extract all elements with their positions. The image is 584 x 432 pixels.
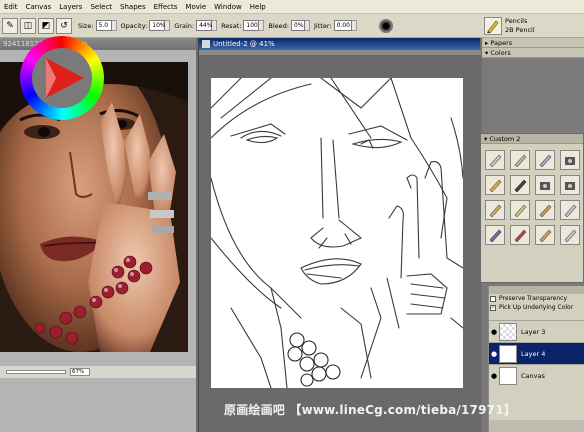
preserve-transparency-label: Preserve Transparency	[499, 295, 567, 302]
jitter-field[interactable]: 0.00	[333, 20, 352, 31]
eye-icon[interactable]: ●	[489, 350, 499, 358]
size-field[interactable]: 5.0	[95, 20, 112, 31]
layer-row[interactable]: ● Layer 3	[489, 320, 584, 342]
layer-thumbnail	[499, 344, 517, 363]
papers-palette-title[interactable]: ▸ Papers	[482, 38, 584, 48]
menu-bar: Edit Canvas Layers Select Shapes Effects…	[0, 0, 584, 14]
pencil-icon[interactable]	[560, 200, 580, 220]
pick-up-color-option[interactable]: ✓ Pick Up Underlying Color	[489, 303, 584, 312]
camera-icon[interactable]	[560, 150, 580, 170]
pencil-icon[interactable]	[484, 17, 502, 35]
brush-selector[interactable]: Pencils 2B Pencil	[482, 14, 584, 38]
zoom-field[interactable]: 67%	[70, 368, 90, 376]
brush-icon[interactable]	[485, 225, 505, 245]
menu-effects[interactable]: Effects	[150, 0, 182, 14]
resat-label: Resat:	[221, 21, 242, 30]
menu-layers[interactable]: Layers	[55, 0, 86, 14]
size-label: Size:	[78, 21, 94, 30]
menu-movie[interactable]: Movie	[181, 0, 210, 14]
grain-field[interactable]: 44%	[196, 20, 212, 31]
bleed-label: Bleed:	[268, 21, 290, 30]
pencil-icon[interactable]	[510, 150, 530, 170]
pick-up-color-label: Pick Up Underlying Color	[499, 304, 574, 311]
pencil-icon[interactable]	[485, 175, 505, 195]
colors-palette-title[interactable]: ▾ Colors	[482, 48, 584, 58]
saturation-value-triangle[interactable]	[42, 56, 86, 100]
pencil-icon[interactable]	[485, 150, 505, 170]
canvas-window-title[interactable]: Untitled-2 @ 41%	[199, 38, 480, 50]
reference-status-bar: 67%	[0, 366, 196, 378]
resat-spinner[interactable]	[259, 20, 265, 31]
bleed-spinner[interactable]	[305, 20, 311, 31]
brush-tool-icon[interactable]: ✎	[2, 17, 18, 34]
layer-thumbnail	[499, 366, 517, 385]
reset-tool-icon[interactable]: ↺	[56, 17, 72, 34]
menu-canvas[interactable]: Canvas	[22, 0, 56, 14]
pencil-icon[interactable]	[535, 225, 555, 245]
menu-help[interactable]: Help	[246, 0, 270, 14]
ruler	[199, 50, 481, 55]
layer-name: Canvas	[521, 371, 545, 380]
menu-window[interactable]: Window	[210, 0, 246, 14]
custom-palette: ▾ Custom 2	[480, 133, 584, 283]
layer-row[interactable]: ● Layer 4	[489, 342, 584, 364]
layers-button-bar	[489, 420, 584, 432]
brush-variant[interactable]: 2B Pencil	[505, 26, 535, 34]
grain-label: Grain:	[174, 21, 195, 30]
camera-icon[interactable]	[535, 175, 555, 195]
drawing-canvas[interactable]	[211, 78, 463, 388]
menu-shapes[interactable]: Shapes	[116, 0, 150, 14]
layer-thumbnail	[499, 322, 517, 341]
layer-row[interactable]: ● Canvas	[489, 364, 584, 386]
opacity-label: Opacity:	[120, 21, 148, 30]
menu-select[interactable]: Select	[86, 0, 116, 14]
pencil-icon[interactable]	[560, 225, 580, 245]
marker-icon[interactable]	[510, 175, 530, 195]
document-icon	[202, 40, 210, 48]
brush-dab-icon[interactable]	[378, 18, 393, 33]
pick-up-color-checkbox[interactable]: ✓	[490, 304, 496, 311]
brush-category[interactable]: Pencils	[505, 17, 527, 25]
opacity-spinner[interactable]	[165, 20, 171, 31]
canvas-title-text: Untitled-2 @ 41%	[213, 40, 275, 48]
custom-brush-grid	[481, 144, 583, 251]
pen-icon[interactable]	[535, 150, 555, 170]
layer-name: Layer 3	[521, 327, 546, 336]
preserve-transparency-option[interactable]: Preserve Transparency	[489, 294, 584, 303]
reference-window-title[interactable]: 9241181272.jpg @ 67%	[0, 38, 196, 50]
size-spinner[interactable]	[111, 20, 117, 31]
camera-icon[interactable]	[560, 175, 580, 195]
bleed-field[interactable]: 0%	[291, 20, 306, 31]
pencil-icon[interactable]	[510, 200, 530, 220]
custom-palette-title[interactable]: ▾ Custom 2	[481, 134, 583, 144]
eye-icon[interactable]: ●	[489, 328, 499, 336]
zoom-slider-icon[interactable]	[6, 370, 66, 374]
layer-name: Layer 4	[521, 349, 546, 358]
canvas-window: Untitled-2 @ 41%	[198, 38, 481, 432]
pencil-icon[interactable]	[535, 200, 555, 220]
cover-method-icon[interactable]: ◩	[38, 17, 54, 34]
jitter-label: Jitter:	[314, 21, 332, 30]
buildup-method-icon[interactable]: ◫	[20, 17, 36, 34]
grain-spinner[interactable]	[212, 20, 218, 31]
pencil-icon[interactable]	[510, 225, 530, 245]
jitter-spinner[interactable]	[351, 20, 357, 31]
pencil-icon[interactable]	[485, 200, 505, 220]
property-bar: ✎ ◫ ◩ ↺ Size: 5.0 Opacity: 10% Grain: 44…	[0, 14, 482, 38]
layers-palette-header[interactable]	[489, 286, 584, 294]
eye-icon[interactable]: ●	[489, 372, 499, 380]
watermark: 原画绘画吧 【www.lineCg.com/tieba/17971】	[224, 403, 516, 417]
menu-edit[interactable]: Edit	[0, 0, 22, 14]
opacity-field[interactable]: 10%	[149, 20, 166, 31]
reference-photo	[0, 62, 188, 352]
preserve-transparency-checkbox[interactable]	[490, 295, 496, 302]
resat-field[interactable]: 100	[243, 20, 260, 31]
